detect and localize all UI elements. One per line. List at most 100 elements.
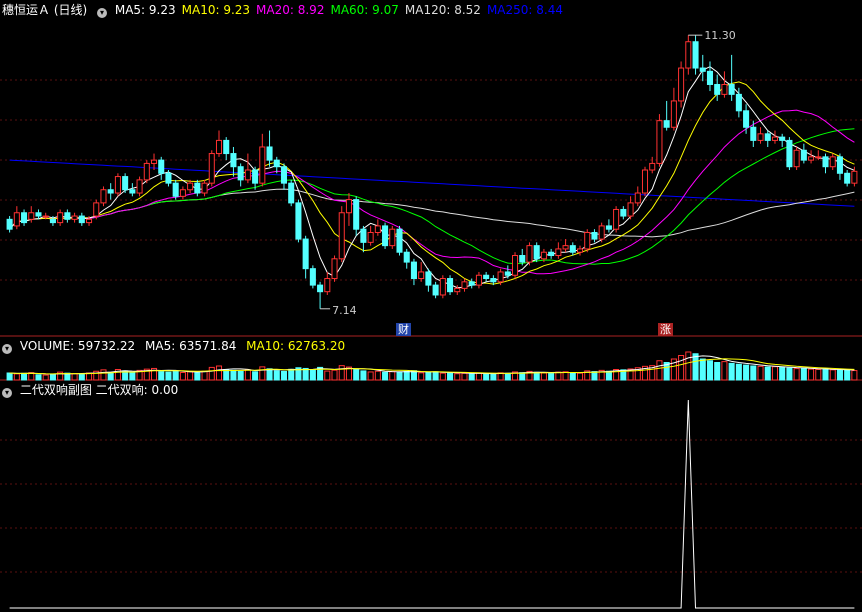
volume-bar [656,360,663,381]
candle-body [613,208,620,230]
settings-icon[interactable]: ▾ [97,8,108,18]
indicator-settings-icon[interactable]: ▾ [2,388,12,398]
volume-bar [576,372,584,381]
volume-bar [468,373,475,381]
candle-body [851,170,858,184]
candle-body [584,231,591,250]
candle-body [389,228,396,247]
volume-bar [230,369,237,381]
candle-body [808,156,815,161]
volume-bar [215,365,223,381]
volume-bar [331,369,338,381]
candle-body [13,212,20,227]
candle-body [215,139,223,155]
candle-body [158,159,165,174]
indicator-header: ▾ 二代双响副图 二代双响: 0.00 [2,382,184,398]
finance-tag[interactable]: 财 [396,323,411,336]
candle-body [6,218,13,230]
volume-bar [367,371,374,381]
volume-bar [418,372,425,381]
candle-body [345,199,352,214]
volume-bar [396,371,403,381]
volume-bar [591,371,598,381]
volume-bar [714,362,721,381]
volume-bar [179,371,186,381]
chart-canvas: 11.30 7.14 [0,29,862,609]
candle-body [280,166,288,184]
volume-bar [815,369,822,381]
candle-body [692,41,699,69]
volume-value: VOLUME: 59732.22 [19,339,136,353]
volume-settings-icon[interactable]: ▾ [2,344,12,354]
volume-bar [793,368,800,381]
candle-body [143,162,150,181]
volume-bar [475,372,482,381]
volume-bar [829,369,836,381]
candle-body [591,231,598,240]
volume-bar [280,370,288,381]
ma-label-5: MA250: 8.44 [486,3,563,17]
candle-body [548,251,555,257]
ma-legend: MA5: 9.23 MA10: 9.23 MA20: 8.92 MA60: 9.07 M… [115,3,569,17]
candle-body [447,278,454,293]
candle-body [129,189,136,194]
candle-body [576,248,584,253]
candle-body [678,67,685,102]
candle-body [569,245,576,253]
candle-body [512,255,519,276]
volume-bar [504,372,511,381]
volume-bar [735,363,742,381]
candle-body [208,153,215,184]
volume-bar [721,361,728,381]
candle-body [374,225,381,233]
candle-body [721,83,728,95]
candle-body [266,146,273,161]
volume-bar [425,371,432,381]
candle-body [244,169,251,181]
volume-bar [353,369,360,381]
candle-body [179,189,186,197]
volume-bar [266,368,273,381]
volume-bar [309,369,316,381]
volume-bar [490,373,497,381]
ma60-line [9,128,855,265]
volume-bar [324,370,331,381]
volume-bar [548,372,555,381]
rise-tag[interactable]: 涨 [658,323,673,336]
candle-body [360,228,367,243]
volume-bar [107,371,114,381]
ma-label-3: MA60: 9.07 [330,3,399,17]
volume-bar [800,367,807,381]
volume-bar [35,374,42,381]
volume-bar [706,360,714,381]
volume-ma5: MA5: 63571.84 [145,339,237,353]
candle-body [836,156,843,174]
candle-body [490,278,497,283]
candle-body [771,136,778,141]
candle-body [757,133,764,141]
candle-body [634,192,641,204]
candle-body [598,225,605,240]
volume-bar [569,372,576,381]
volume-bar [678,355,685,381]
candle-body [396,228,403,253]
volume-bar [288,368,295,381]
volume-bar [273,370,280,381]
volume-bar [822,368,829,381]
candle-body [533,245,540,260]
volume-bar [808,368,815,381]
volume-bar [432,371,439,381]
candle-body [187,182,194,191]
ma5-line [9,66,855,289]
volume-bar [6,372,13,381]
candle-body [663,120,670,128]
candle-body [526,245,533,263]
candle-body [57,212,64,224]
volume-bar [728,362,735,381]
candle-body [497,271,504,283]
volume-bar [13,373,20,381]
volume-bar [158,371,165,381]
volume-bar [692,353,699,381]
volume-bar [338,365,345,381]
ma20-line [9,109,855,275]
